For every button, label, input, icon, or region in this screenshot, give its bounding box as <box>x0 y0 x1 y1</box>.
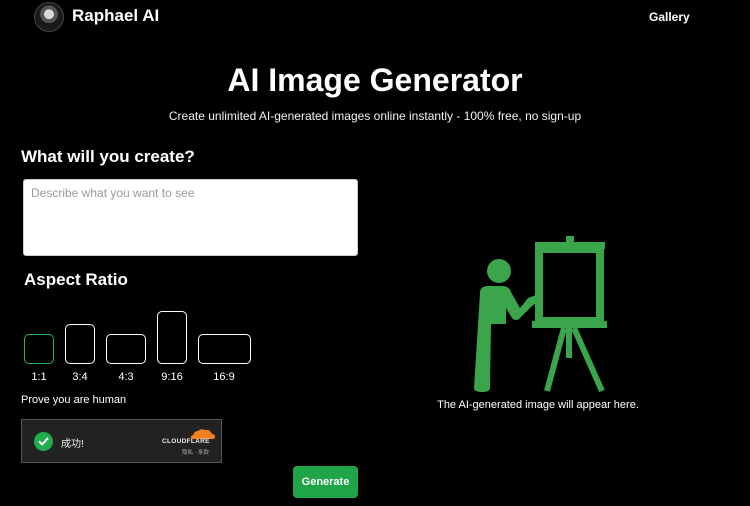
aspect-option-label: 1:1 <box>31 371 47 383</box>
captcha-links[interactable]: 隐私 · 条款 <box>182 448 209 456</box>
aspect-ratio-label: Aspect Ratio <box>24 270 128 289</box>
prompt-input[interactable] <box>23 179 358 256</box>
aspect-option-3-4[interactable] <box>65 324 95 364</box>
aspect-option-4-3[interactable] <box>106 334 146 364</box>
aspect-option-label: 9:16 <box>161 371 183 383</box>
human-verification-label: Prove you are human <box>21 394 127 406</box>
nav-gallery-link[interactable]: Gallery <box>649 10 690 24</box>
preview-placeholder: The AI-generated image will appear here. <box>437 399 639 411</box>
aspect-option-1-1[interactable] <box>24 334 54 364</box>
aspect-option-9-16[interactable] <box>157 311 187 364</box>
logo-avatar[interactable] <box>34 2 64 32</box>
check-icon <box>34 432 53 451</box>
cloudflare-brand: CLOUDFLARE <box>162 438 210 445</box>
create-label: What will you create? <box>21 147 195 166</box>
aspect-option-label: 16:9 <box>213 371 235 383</box>
captcha-status: 成功! <box>61 439 84 450</box>
artist-easel-icon <box>474 236 607 392</box>
page-subtitle: Create unlimited AI-generated images onl… <box>168 109 582 123</box>
aspect-option-label: 3:4 <box>72 371 88 383</box>
aspect-option-label: 4:3 <box>118 371 134 383</box>
aspect-option-16-9[interactable] <box>198 334 251 364</box>
header: Raphael AI Gallery <box>0 0 750 34</box>
captcha-widget[interactable]: 成功! CLOUDFLARE 隐私 · 条款 <box>21 419 222 463</box>
generate-button[interactable]: Generate <box>293 466 358 498</box>
page-title: AI Image Generator <box>227 62 523 98</box>
brand-name[interactable]: Raphael AI <box>72 6 159 26</box>
